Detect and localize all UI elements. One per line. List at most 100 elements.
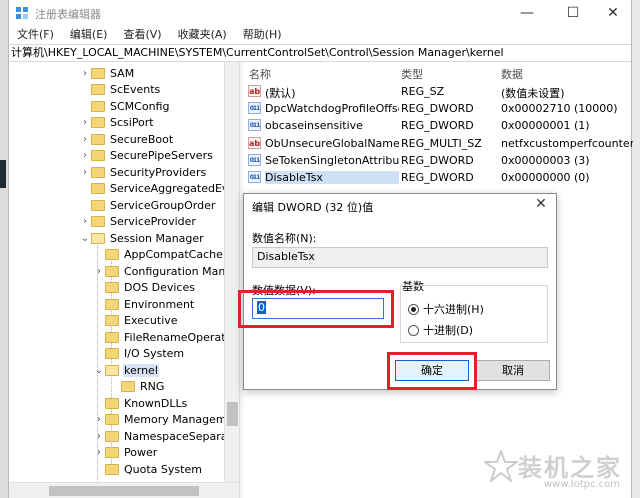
tree-item[interactable]: SCMConfig [79,98,170,114]
tree-item[interactable]: › Memory Managemen [93,412,239,428]
value-data: 0x00000003 (3) [501,153,590,167]
menu-help[interactable]: 帮助(H) [235,26,290,44]
value-name: DpcWatchdogProfileOffset [265,102,399,116]
value-data: (数值未设置) [501,87,565,100]
tree-item[interactable]: DOS Devices [93,280,196,296]
value-type: REG_DWORD [401,119,474,133]
tree-item[interactable]: › NamespaceSeparatio [93,428,239,444]
tree-scroll-thumb[interactable] [227,402,238,426]
tree-expand-chevron-icon[interactable]: ⌄ [93,365,105,376]
tree-expand-chevron-icon[interactable]: › [79,150,91,161]
string-value-icon: ab [248,85,261,97]
column-data-header[interactable]: 数据 [501,66,523,82]
folder-icon [91,117,105,128]
tree-item-label: AppCompatCache [124,248,223,261]
folder-icon [91,166,105,178]
tree-expand-chevron-icon[interactable]: › [79,117,91,128]
close-button[interactable]: ✕ [593,0,633,26]
folder-icon [91,84,105,95]
menu-edit[interactable]: 编辑(E) [62,26,116,44]
tree-item[interactable]: ServiceGroupOrder [79,197,216,213]
tree-expand-chevron-icon[interactable]: ⌄ [79,233,91,244]
tree-item[interactable]: ScEvents [79,82,161,98]
tree-item-label: ServiceGroupOrder [110,198,216,212]
dialog-close-icon[interactable]: ✕ [532,196,550,212]
tree-item[interactable]: › SecureBoot [79,131,174,147]
value-name: SeTokenSingletonAttribut... [265,153,399,167]
tree-item-label: SAM [110,66,135,80]
value-row[interactable]: ab (默认) REG_SZ (数值未设置) [243,83,633,100]
tree-item-label: SecurityProviders [110,165,207,179]
tree-item-label: KnownDLLs [124,396,188,410]
cancel-button[interactable]: 取消 [476,360,550,381]
radio-dec-indicator[interactable] [408,324,419,336]
value-row[interactable]: 011 DisableTsx REG_DWORD 0x00000000 (0) [243,169,633,186]
tree-item[interactable]: Quota System [93,461,203,477]
menu-bar: 文件(F) 编辑(E) 查看(V) 收藏夹(A) 帮助(H) [9,26,290,44]
string-value-icon: ab [248,136,261,149]
tree-hscroll-thumb[interactable] [49,486,199,496]
tree-item[interactable]: › SAM [79,65,135,81]
folder-icon [91,100,105,112]
value-data: 0x00000001 (1) [501,119,590,133]
radio-hex[interactable]: 十六进制(H) [408,301,484,317]
tree-expand-chevron-icon[interactable]: › [79,134,91,145]
binary-value-icon: 011 [248,119,261,132]
menu-view[interactable]: 查看(V) [115,26,169,44]
value-row[interactable]: 011 obcaseinsensitive REG_DWORD 0x00000001 … [243,117,633,134]
tree-item-label: Power [124,446,158,459]
tree-item[interactable]: › SecurityProviders [79,164,207,180]
tree-item[interactable]: AppCompatCache [93,247,224,263]
tree-item[interactable]: FileRenameOperation [93,329,239,345]
tree-item[interactable]: › ScsiPort [79,115,155,131]
column-name-header[interactable]: 名称 [249,66,271,82]
tree-expand-chevron-icon[interactable]: › [93,266,105,277]
dialog-title: 编辑 DWORD (32 位)值 [252,201,374,214]
tree-item[interactable]: ⌄ kernel [93,362,159,378]
background-window-fragment [0,160,6,188]
tree-item-label: Session Manager [110,231,204,245]
tree-expand-chevron-icon[interactable]: › [93,414,105,425]
tree-item[interactable]: › Configuration Manag [93,263,239,279]
tree-expand-chevron-icon[interactable]: › [79,216,91,227]
tree-item[interactable]: Executive [93,313,179,329]
tree-item[interactable]: › ServiceProvider [79,214,197,230]
radio-hex-indicator[interactable] [408,303,419,315]
tree-item[interactable]: I/O System [93,346,185,362]
tree-item[interactable]: Environment [93,296,195,312]
folder-icon [105,463,119,475]
menu-file[interactable]: 文件(F) [9,26,62,44]
value-type: REG_DWORD [401,153,474,167]
address-bar[interactable]: 计算机\HKEY_LOCAL_MACHINE\SYSTEM\CurrentCon… [9,44,631,62]
tree-item[interactable]: › SecurePipeServers [79,148,214,164]
folder-icon [91,216,105,227]
minimize-button[interactable]: — [507,0,547,26]
tree-expand-chevron-icon[interactable]: › [93,447,105,458]
maximize-button[interactable]: ☐ [553,0,593,26]
tree-horizontal-scrollbar[interactable] [9,482,239,498]
ok-button-highlight [387,352,477,390]
value-row[interactable]: ab ObUnsecureGlobalNames REG_MULTI_SZ netfx… [243,135,633,152]
radio-dec-label: 十进制(D) [423,324,474,337]
tree-item[interactable]: ServiceAggregatedEvent [79,181,239,197]
tree-expand-chevron-icon[interactable]: › [79,68,91,79]
tree-item[interactable]: › Power [93,445,158,461]
column-type-header[interactable]: 类型 [401,66,423,82]
site-watermark: 装机之家 www.lotpc.com [478,448,628,494]
value-row[interactable]: 011 DpcWatchdogProfileOffset REG_DWORD 0x00… [243,100,633,117]
tree-expand-chevron-icon[interactable]: › [79,167,91,178]
folder-icon [105,430,119,442]
tree-item[interactable]: RNG [109,379,165,395]
tree-item-label: ServiceAggregatedEvent [110,182,239,195]
radio-dec[interactable]: 十进制(D) [408,322,473,338]
tree-expand-chevron-icon[interactable]: › [93,431,105,442]
value-row[interactable]: 011 SeTokenSingletonAttribut...REG_DWORD 0… [243,152,633,169]
menu-favorites[interactable]: 收藏夹(A) [170,26,235,44]
binary-value-icon: 011 [248,102,261,115]
tree-vertical-scrollbar[interactable] [224,62,239,482]
tree-item-label: Memory Managemen [124,413,239,426]
key-tree-pane: › SAM ScEvents SCMConfig › ScsiPort › SecureBoo… [9,62,239,498]
tree-item-label: FileRenameOperation [124,330,239,344]
tree-item[interactable]: KnownDLLs [93,395,188,411]
tree-item[interactable]: ⌄ Session Manager [79,230,205,246]
